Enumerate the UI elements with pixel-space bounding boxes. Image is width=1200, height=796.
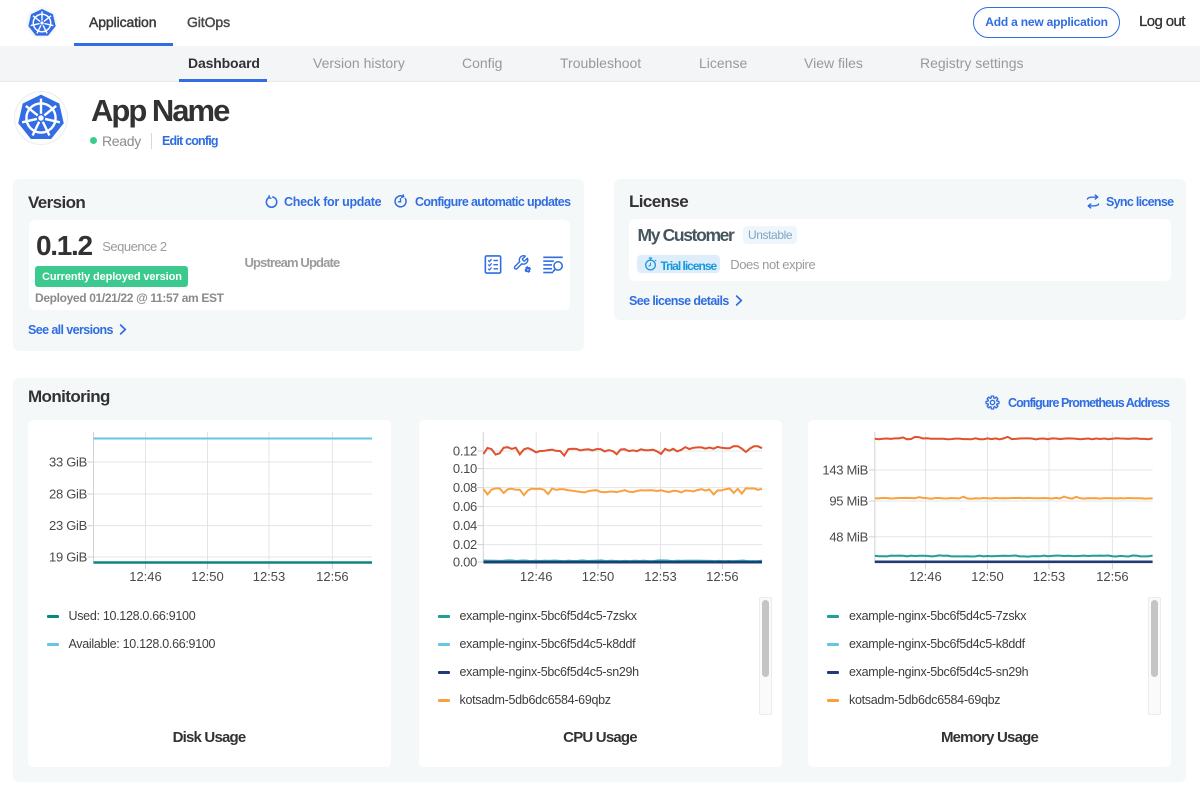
svg-text:0.02: 0.02	[452, 537, 476, 552]
svg-text:0.00: 0.00	[452, 555, 476, 570]
svg-text:0.06: 0.06	[452, 499, 476, 514]
svg-text:0.10: 0.10	[452, 461, 476, 476]
svg-text:19 GiB: 19 GiB	[49, 550, 87, 565]
svg-text:0.12: 0.12	[452, 444, 476, 459]
svg-text:12:50: 12:50	[581, 569, 614, 584]
svg-text:12:53: 12:53	[644, 569, 677, 584]
svg-text:0.04: 0.04	[452, 518, 476, 533]
svg-text:48 MiB: 48 MiB	[829, 529, 868, 544]
svg-text:12:56: 12:56	[706, 569, 739, 584]
svg-text:12:50: 12:50	[971, 569, 1004, 584]
svg-text:0.08: 0.08	[452, 480, 476, 495]
svg-text:28 GiB: 28 GiB	[49, 487, 87, 502]
svg-text:12:53: 12:53	[1033, 569, 1066, 584]
svg-text:12:46: 12:46	[519, 569, 552, 584]
svg-text:12:53: 12:53	[252, 569, 285, 584]
svg-text:12:56: 12:56	[1096, 569, 1129, 584]
svg-text:143 MiB: 143 MiB	[822, 463, 868, 478]
svg-text:12:46: 12:46	[129, 569, 162, 584]
svg-text:23 GiB: 23 GiB	[49, 518, 87, 533]
svg-text:12:46: 12:46	[909, 569, 942, 584]
svg-text:12:56: 12:56	[316, 569, 349, 584]
svg-text:12:50: 12:50	[191, 569, 224, 584]
svg-text:95 MiB: 95 MiB	[829, 494, 868, 509]
svg-text:33 GiB: 33 GiB	[49, 455, 87, 470]
